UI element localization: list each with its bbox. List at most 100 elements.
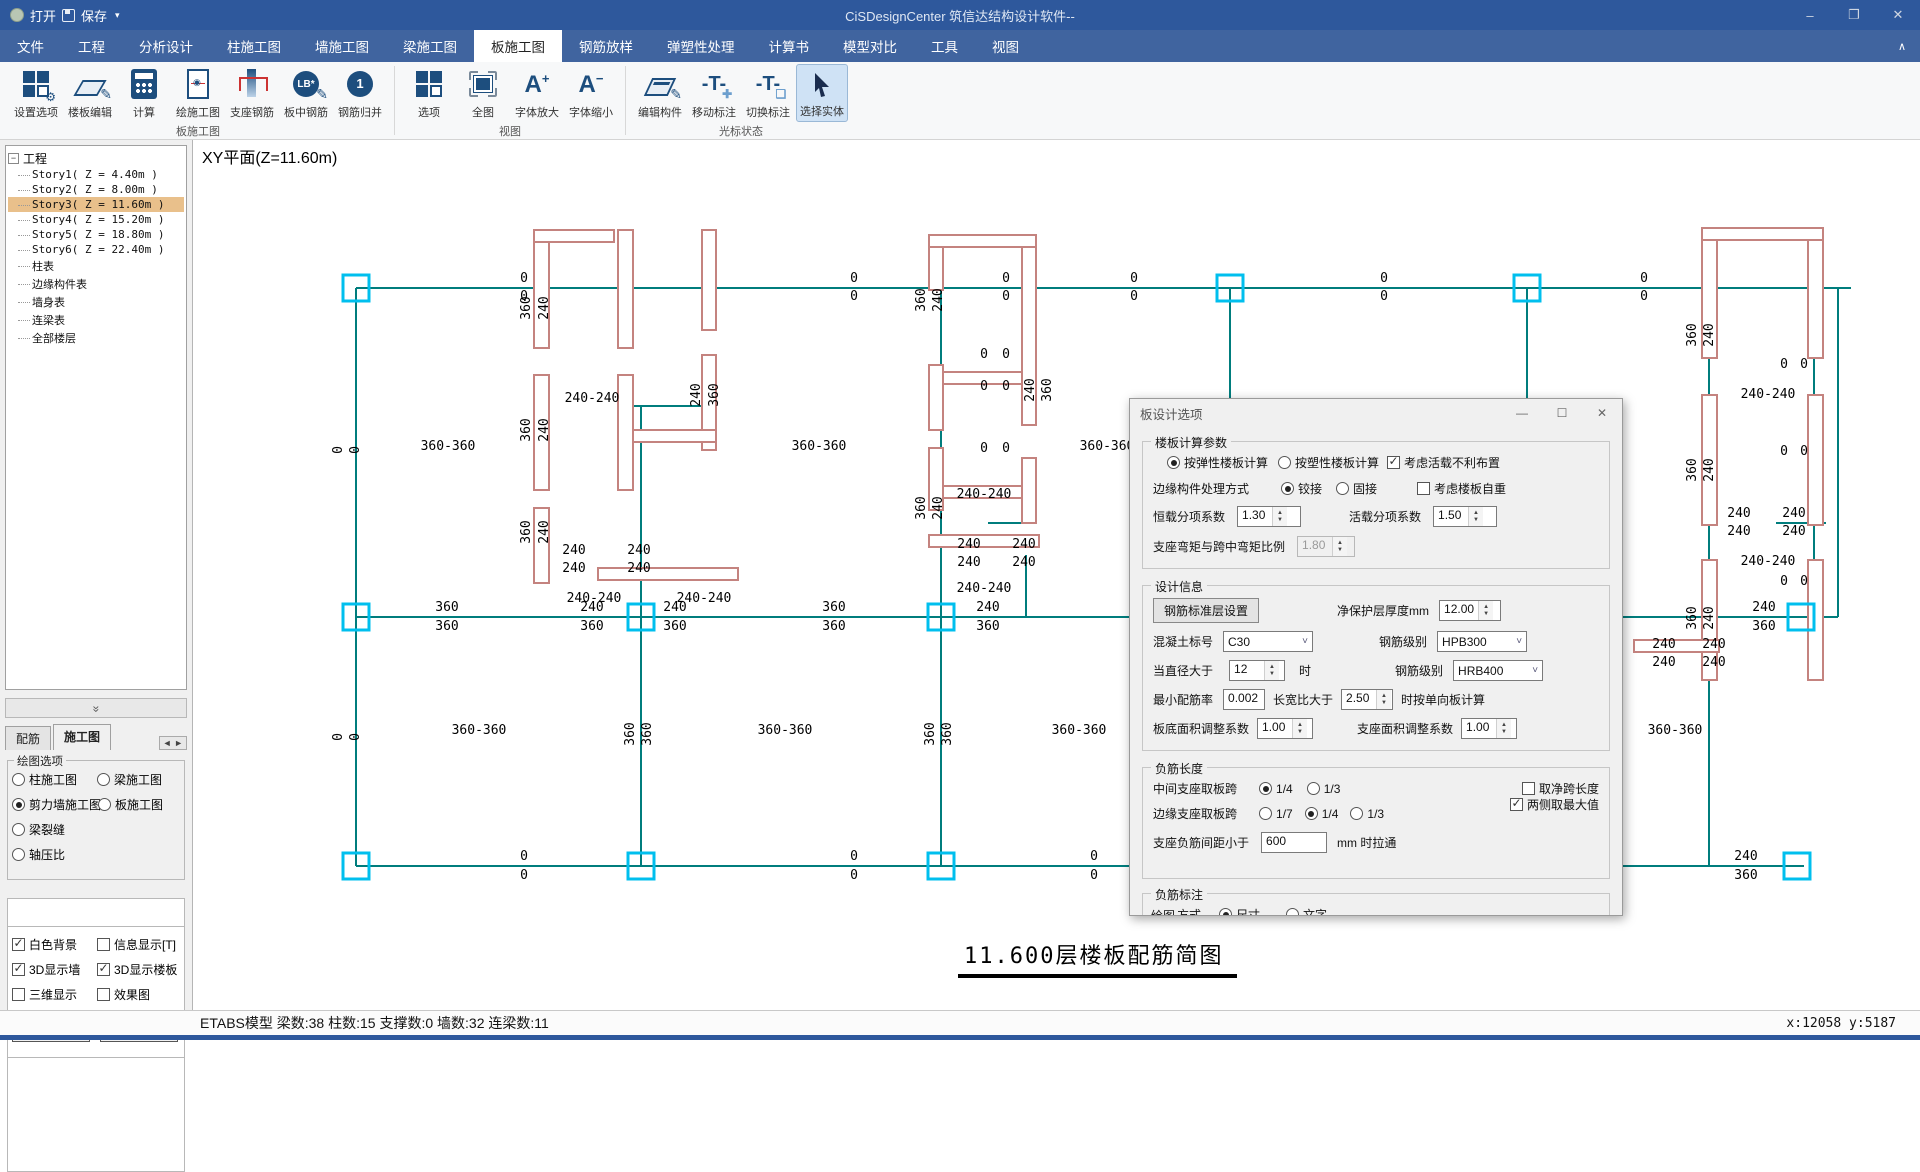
dialog-minimize-button[interactable]: — bbox=[1502, 406, 1542, 420]
slab-design-options-dialog[interactable]: 板设计选项 — ☐ ✕ 楼板计算参数 按弹性楼板计算 按塑性楼板计算 考虑活载不… bbox=[1129, 398, 1623, 916]
ribbon-button-font-minus[interactable]: A−字体缩小 bbox=[565, 64, 617, 122]
shear-wall[interactable] bbox=[1808, 228, 1823, 358]
tree-item[interactable]: 边缘构件表 bbox=[8, 275, 184, 293]
tree-item[interactable]: 连梁表 bbox=[8, 311, 184, 329]
shear-wall[interactable] bbox=[534, 230, 549, 348]
ribbon-button-cursor-arrow[interactable]: 选择实体 bbox=[796, 64, 848, 122]
ribbon-button-move-label[interactable]: -T-✚移动标注 bbox=[688, 64, 740, 122]
ribbon-button-draw-plan[interactable]: 绘施工图 bbox=[172, 64, 224, 122]
tree-item[interactable]: Story3( Z = 11.60m ) bbox=[8, 197, 184, 212]
radio-梁裂缝[interactable]: 梁裂缝 bbox=[12, 821, 65, 838]
dialog-close-button[interactable]: ✕ bbox=[1582, 406, 1622, 420]
close-button[interactable]: ✕ bbox=[1876, 0, 1920, 30]
rebar-grade2-select[interactable]: HRB400˅ bbox=[1453, 660, 1543, 681]
shear-wall[interactable] bbox=[1702, 228, 1823, 240]
rebar-spacing-input[interactable]: 600 bbox=[1261, 832, 1327, 853]
radio-柱施工图[interactable]: 柱施工图 bbox=[12, 771, 95, 788]
tree-item[interactable]: Story5( Z = 18.80m ) bbox=[8, 227, 184, 242]
panel-tab-施工图[interactable]: 施工图 bbox=[53, 724, 111, 750]
checkbox-三维显示[interactable]: 三维显示 bbox=[12, 986, 95, 1003]
rebar-standard-layer-button[interactable]: 钢筋标准层设置 bbox=[1153, 598, 1259, 623]
shear-wall[interactable] bbox=[1022, 458, 1036, 523]
shear-wall[interactable] bbox=[929, 235, 1036, 247]
radio-轴压比[interactable]: 轴压比 bbox=[12, 846, 65, 863]
radio-plastic-slab[interactable]: 按塑性楼板计算 bbox=[1278, 454, 1379, 471]
radio-mid-third[interactable]: 1/3 bbox=[1307, 782, 1341, 796]
tree-item[interactable]: 墙身表 bbox=[8, 293, 184, 311]
ribbon-button-options-grid[interactable]: 选项 bbox=[403, 64, 455, 122]
shear-wall[interactable] bbox=[929, 365, 943, 430]
radio-hinged[interactable]: 铰接 bbox=[1281, 480, 1322, 497]
project-tree[interactable]: − 工程 Story1( Z = 4.40m )Story2( Z = 8.00… bbox=[5, 145, 187, 690]
tree-item[interactable]: Story2( Z = 8.00m ) bbox=[8, 182, 184, 197]
shear-wall[interactable] bbox=[1808, 395, 1823, 525]
tree-item[interactable]: Story1( Z = 4.40m ) bbox=[8, 167, 184, 182]
ribbon-button-lb-circle[interactable]: LB*✎板中钢筋 bbox=[280, 64, 332, 122]
support-area-factor-spinner[interactable]: 1.00▲▼ bbox=[1461, 718, 1517, 739]
checkbox-slab-self-weight[interactable]: 考虑楼板自重 bbox=[1417, 480, 1506, 497]
shear-wall[interactable] bbox=[633, 430, 716, 442]
radio-edge-third[interactable]: 1/3 bbox=[1350, 807, 1384, 821]
menu-tab-视图[interactable]: 视图 bbox=[975, 30, 1036, 62]
shear-wall[interactable] bbox=[618, 375, 633, 490]
shear-wall[interactable] bbox=[534, 508, 549, 583]
concrete-grade-select[interactable]: C30˅ bbox=[1223, 631, 1313, 652]
menu-tab-工程[interactable]: 工程 bbox=[61, 30, 122, 62]
bottom-area-factor-spinner[interactable]: 1.00▲▼ bbox=[1257, 718, 1313, 739]
live-load-factor-spinner[interactable]: 1.50▲▼ bbox=[1433, 506, 1497, 527]
ribbon-button-font-plus[interactable]: A+字体放大 bbox=[511, 64, 563, 122]
dialog-maximize-button[interactable]: ☐ bbox=[1542, 406, 1582, 420]
floor-plan-drawing[interactable]: 0000000000003603602403602403603603602403… bbox=[194, 140, 1920, 1010]
tree-item[interactable]: Story4( Z = 15.20m ) bbox=[8, 212, 184, 227]
ribbon-button-edit-pencil[interactable]: ✎编辑构件 bbox=[634, 64, 686, 122]
menu-tab-弹塑性处理[interactable]: 弹塑性处理 bbox=[650, 30, 752, 62]
radio-edge-seventh[interactable]: 1/7 bbox=[1259, 807, 1293, 821]
drawing-canvas[interactable]: XY平面(Z=11.60m) 0000000000003603602403602… bbox=[194, 140, 1920, 1010]
cover-thickness-spinner[interactable]: 12.00▲▼ bbox=[1439, 600, 1501, 621]
save-icon[interactable] bbox=[62, 9, 75, 22]
radio-elastic-slab[interactable]: 按弹性楼板计算 bbox=[1167, 454, 1268, 471]
tree-collapse-icon[interactable]: − bbox=[8, 153, 19, 164]
checkbox-效果图[interactable]: 效果图 bbox=[97, 986, 180, 1003]
tree-root[interactable]: − 工程 bbox=[8, 150, 184, 167]
radio-fixed[interactable]: 固接 bbox=[1336, 480, 1377, 497]
aspect-ratio-spinner[interactable]: 2.50▲▼ bbox=[1341, 689, 1393, 710]
menu-tab-板施工图[interactable]: 板施工图 bbox=[474, 30, 562, 62]
panel-collapse-bar[interactable]: » bbox=[5, 698, 187, 718]
radio-mid-quarter[interactable]: 1/4 bbox=[1259, 782, 1293, 796]
checkbox-live-load-unfavorable[interactable]: 考虑活载不利布置 bbox=[1387, 454, 1500, 471]
checkbox-3D显示楼板[interactable]: 3D显示楼板 bbox=[97, 961, 180, 978]
radio-dimension[interactable]: 尺寸 bbox=[1219, 906, 1260, 916]
tree-item[interactable]: 柱表 bbox=[8, 257, 184, 275]
menu-tab-计算书[interactable]: 计算书 bbox=[752, 30, 827, 62]
menu-tab-墙施工图[interactable]: 墙施工图 bbox=[298, 30, 386, 62]
panel-tab-scroll-arrows[interactable]: ◄ ► bbox=[159, 736, 187, 750]
shear-wall[interactable] bbox=[618, 230, 633, 348]
ribbon-button-one-circle[interactable]: 1钢筋归并 bbox=[334, 64, 386, 122]
ribbon-button-slab-pencil[interactable]: ✎楼板编辑 bbox=[64, 64, 116, 122]
radio-梁施工图[interactable]: 梁施工图 bbox=[97, 771, 180, 788]
panel-tab-配筋[interactable]: 配筋 bbox=[5, 726, 51, 750]
menu-tab-梁施工图[interactable]: 梁施工图 bbox=[386, 30, 474, 62]
radio-text[interactable]: 文字 bbox=[1286, 906, 1327, 916]
rebar-grade1-select[interactable]: HPB300˅ bbox=[1437, 631, 1527, 652]
shear-wall[interactable] bbox=[702, 230, 716, 330]
menu-tab-模型对比[interactable]: 模型对比 bbox=[826, 30, 914, 62]
min-rebar-ratio-input[interactable]: 0.002 bbox=[1223, 689, 1265, 710]
ribbon-collapse-icon[interactable]: ∧ bbox=[1898, 40, 1906, 53]
dead-load-factor-spinner[interactable]: 1.30▲▼ bbox=[1237, 506, 1301, 527]
ribbon-button-switch-label[interactable]: -T-❏切换标注 bbox=[742, 64, 794, 122]
diameter-spinner[interactable]: 12▲▼ bbox=[1229, 660, 1285, 681]
ribbon-button-grid-gear[interactable]: ⚙设置选项 bbox=[10, 64, 62, 122]
shear-wall[interactable] bbox=[534, 230, 614, 242]
ribbon-button-full-view[interactable]: 全图 bbox=[457, 64, 509, 122]
radio-edge-quarter[interactable]: 1/4 bbox=[1305, 807, 1339, 821]
menu-tab-柱施工图[interactable]: 柱施工图 bbox=[210, 30, 298, 62]
save-button[interactable]: 保存 bbox=[81, 6, 107, 25]
radio-板施工图[interactable]: 板施工图 bbox=[98, 796, 180, 813]
menu-tab-文件[interactable]: 文件 bbox=[0, 30, 61, 62]
checkbox-3D显示墙[interactable]: 3D显示墙 bbox=[12, 961, 95, 978]
open-button[interactable]: 打开 bbox=[30, 6, 56, 25]
checkbox-max-both-sides[interactable]: 两侧取最大值 bbox=[1510, 796, 1599, 813]
ribbon-button-calculator[interactable]: 计算 bbox=[118, 64, 170, 122]
